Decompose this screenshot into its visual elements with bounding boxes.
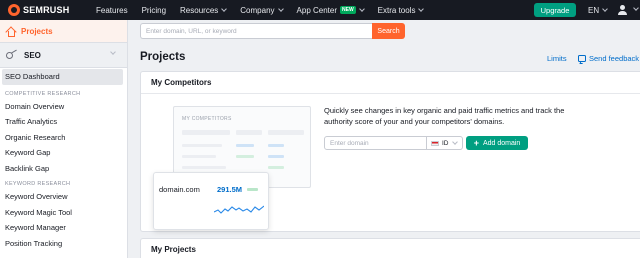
sidebar-item-organic-research[interactable]: Organic Research: [0, 130, 127, 146]
nav-company[interactable]: Company: [240, 5, 284, 15]
language-selector[interactable]: EN: [588, 0, 608, 20]
competitors-illustration: MY COMPETITORS domain.com 291.5M: [153, 104, 317, 230]
mock-bar: [268, 130, 304, 135]
sidebar-item-domain-overview[interactable]: Domain Overview: [0, 99, 127, 115]
semrush-logo[interactable]: SEMRUSH: [8, 4, 96, 16]
chevron-down-icon: [418, 6, 425, 12]
send-feedback-link[interactable]: Send feedback: [578, 54, 639, 63]
new-badge: NEW: [340, 6, 356, 14]
nav-extra-tools[interactable]: Extra tools: [377, 5, 425, 15]
sidebar-item-keyword-manager[interactable]: Keyword Manager: [0, 220, 127, 236]
chat-icon: [578, 55, 586, 62]
my-competitors-card: My Competitors MY COMPETITORS domain.com…: [140, 71, 640, 232]
sidebar-group-label: SEO: [24, 50, 41, 60]
nav-extra-tools-label: Extra tools: [377, 5, 416, 15]
add-domain-label: Add domain: [482, 139, 521, 147]
chevron-down-icon: [602, 6, 608, 12]
flag-icon: [431, 140, 439, 146]
chevron-down-icon: [221, 6, 228, 12]
plus-icon: +: [473, 137, 479, 148]
country-select[interactable]: ID: [427, 136, 463, 150]
nav-features[interactable]: Features: [96, 6, 128, 15]
add-competitor-form: ID + Add domain: [324, 136, 528, 150]
mock-trend-bar: [247, 188, 258, 191]
sidebar-item-label: Position Tracking: [5, 238, 63, 248]
sidebar-item-label: SEO Dashboard: [5, 72, 60, 82]
user-icon: [620, 5, 625, 10]
mock-bar: [268, 144, 284, 147]
sidebar-item-projects[interactable]: Projects: [0, 20, 127, 42]
nav-features-label: Features: [96, 5, 128, 15]
add-domain-button[interactable]: + Add domain: [466, 136, 528, 150]
sidebar-section-competitive-research: COMPETITIVE RESEARCH: [5, 90, 81, 97]
sidebar-section-keyword-research: KEYWORD RESEARCH: [5, 181, 71, 187]
mock-bar: [182, 130, 230, 135]
home-icon: [6, 27, 15, 37]
mock-domain-card: domain.com 291.5M: [153, 172, 269, 230]
nav-pricing[interactable]: Pricing: [142, 6, 166, 15]
mock-bar: [182, 144, 222, 147]
sidebar-item-label: Traffic Analytics: [5, 117, 58, 127]
search-bar: Search: [140, 23, 405, 39]
nav-app-center-label: App Center: [296, 5, 337, 15]
sidebar-item-keyword-gap[interactable]: Keyword Gap: [0, 145, 127, 161]
mock-bar: [268, 155, 284, 158]
sidebar-group-seo[interactable]: SEO: [0, 42, 127, 68]
sidebar-item-backlink-gap[interactable]: Backlink Gap: [0, 161, 127, 177]
seo-icon: [6, 50, 18, 60]
chevron-down-icon: [358, 6, 365, 12]
mock-title: MY COMPETITORS: [182, 116, 232, 122]
limits-link[interactable]: Limits: [547, 54, 567, 63]
sidebar-item-label: Organic Research: [5, 132, 66, 142]
logo-text: SEMRUSH: [23, 5, 70, 15]
upgrade-button[interactable]: Upgrade: [534, 3, 576, 17]
sidebar-item-label: Domain Overview: [5, 101, 65, 111]
competitors-description: Quickly see changes in key organic and p…: [324, 106, 565, 126]
mock-bar: [268, 166, 284, 169]
nav-pricing-label: Pricing: [141, 5, 167, 15]
top-nav: SEMRUSH Features Pricing Resources Compa…: [0, 0, 640, 20]
chevron-down-icon: [451, 139, 458, 145]
mock-bar: [182, 166, 226, 169]
send-feedback-label: Send feedback: [589, 54, 640, 63]
sidebar-item-traffic-analytics[interactable]: Traffic Analytics: [0, 114, 127, 130]
nav-resources-label: Resources: [180, 5, 219, 15]
mock-sparkline: [214, 205, 264, 214]
mock-domain: domain.com: [159, 185, 200, 194]
sidebar-item-label: Backlink Gap: [5, 163, 50, 173]
my-projects-card: My Projects: [140, 238, 640, 258]
sidebar-item-keyword-overview[interactable]: Keyword Overview: [0, 189, 127, 205]
mock-bar: [236, 155, 254, 158]
page-title: Projects: [140, 51, 186, 63]
user-icon-body: [618, 11, 627, 15]
nav-company-label: Company: [240, 5, 275, 15]
mock-traffic-value: 291.5M: [217, 185, 243, 194]
language-label: EN: [588, 5, 600, 15]
search-button[interactable]: Search: [372, 23, 405, 39]
nav-app-center[interactable]: App Center NEW: [296, 5, 365, 15]
sidebar-item-position-tracking[interactable]: Position Tracking: [0, 236, 127, 252]
sidebar-item-label: Keyword Magic Tool: [5, 207, 72, 217]
country-label: ID: [442, 139, 449, 147]
mock-bar: [236, 130, 262, 135]
chevron-down-icon: [110, 49, 116, 55]
sidebar-item-label: Keyword Overview: [5, 192, 68, 202]
card-title: My Projects: [151, 245, 196, 254]
sidebar-item-keyword-magic-tool[interactable]: Keyword Magic Tool: [0, 205, 127, 221]
sidebar-item-label: Projects: [21, 26, 53, 36]
chevron-down-icon: [277, 6, 284, 12]
search-input[interactable]: [140, 23, 372, 39]
domain-input[interactable]: [324, 136, 427, 150]
sidebar: Projects SEO SEO Dashboard COMPETITIVE R…: [0, 20, 128, 258]
sidebar-item-seo-dashboard[interactable]: SEO Dashboard: [2, 69, 123, 85]
chevron-down-icon: [633, 5, 639, 11]
mock-bar: [236, 144, 254, 147]
card-title: My Competitors: [141, 72, 640, 94]
sidebar-item-label: Keyword Manager: [5, 223, 66, 233]
logo-icon: [8, 4, 20, 16]
sidebar-item-label: Keyword Gap: [5, 148, 51, 158]
nav-resources[interactable]: Resources: [180, 5, 228, 15]
mock-bar: [182, 155, 216, 158]
